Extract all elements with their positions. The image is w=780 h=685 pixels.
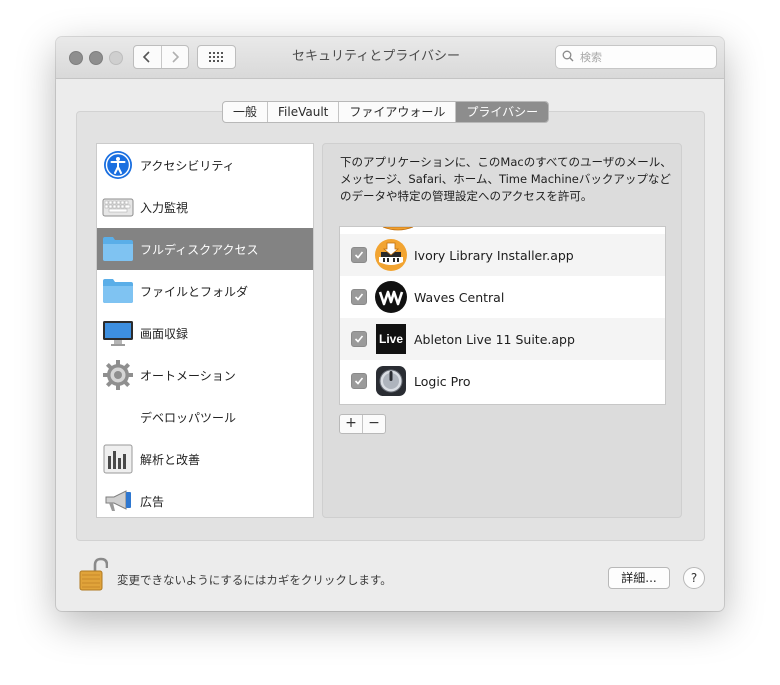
app-name: Ivory Library Installer.app [414,247,574,263]
check-icon [354,251,364,259]
app-checkbox[interactable] [351,247,367,263]
app-checkbox[interactable] [351,331,367,347]
tab-privacy[interactable]: プライバシー [456,102,549,122]
sidebar-item-label: 入力監視 [140,200,189,215]
ableton-live-logo: Live [376,324,406,354]
sidebar-item-label: ファイルとフォルダ [140,284,249,299]
detail-pane: 下のアプリケーションに、このMacのすべてのユーザのメール、メッセージ、Safa… [322,143,682,518]
app-checkbox[interactable] [351,373,367,389]
waves-icon [374,280,408,314]
tab-filevault[interactable]: FileVault [268,102,340,122]
minimize-button[interactable] [89,51,103,65]
folder-icon [101,274,135,308]
sidebar-item-developer-tools[interactable]: デベロッパツール [97,396,313,438]
app-name: Waves Central [414,289,505,305]
megaphone-icon [101,484,135,518]
preferences-window: セキュリティとプライバシー 一般 FileVault ファイアウォール プライバ… [56,37,724,611]
sidebar-item-full-disk-access[interactable]: フルディスクアクセス [97,228,313,270]
bar-chart-icon [101,442,135,476]
check-icon [354,377,364,385]
titlebar: セキュリティとプライバシー [56,37,724,79]
description-text: 下のアプリケーションに、このMacのすべてのユーザのメール、メッセージ、Safa… [340,155,672,203]
search-input[interactable] [578,48,714,66]
ivory-installer-icon [374,238,408,272]
tab-bar: 一般 FileVault ファイアウォール プライバシー [222,101,550,123]
folder-icon [101,232,135,266]
window-title: セキュリティとプライバシー [292,49,460,64]
grid-icon [208,52,223,62]
sidebar-item-input-monitoring[interactable]: 入力監視 [97,186,313,228]
nav-buttons [133,45,189,69]
list-item[interactable]: Logic Pro [340,360,665,402]
lock-status-text: 変更できないようにするにはカギをクリックします。 [117,573,392,587]
app-checkbox[interactable] [351,289,367,305]
list-item[interactable]: Live Ableton Live 11 Suite.app [340,318,665,360]
sidebar-item-label: 広告 [140,494,165,509]
sidebar-item-label: アクセシビリティ [140,158,235,173]
sidebar-item-accessibility[interactable]: アクセシビリティ [97,144,313,186]
accessibility-icon [101,148,135,182]
list-item[interactable]: Ivory Library Installer.app [340,234,665,276]
tab-firewall[interactable]: ファイアウォール [339,102,457,122]
check-icon [354,293,364,301]
zoom-button[interactable] [109,51,123,65]
remove-button[interactable]: − [362,415,385,433]
sidebar-item-files-and-folders[interactable]: ファイルとフォルダ [97,270,313,312]
check-icon [354,335,364,343]
sidebar-item-automation[interactable]: オートメーション [97,354,313,396]
advanced-button[interactable]: 詳細... [608,567,670,589]
sidebar-item-advertising[interactable]: 広告 [97,480,313,522]
logic-pro-icon [374,364,408,398]
app-name: Ableton Live 11 Suite.app [414,331,575,347]
ableton-live-icon: Live [374,322,408,356]
scrolled-app-icon-edge [382,227,414,231]
chevron-right-icon [172,51,179,63]
forward-button[interactable] [160,46,189,68]
lock-icon[interactable] [78,557,109,591]
privacy-category-list: アクセシビリティ 入力監視 フルディスクアクセス ファイルとフォルダ 画面収録 [96,143,314,518]
sidebar-item-analytics[interactable]: 解析と改善 [97,438,313,480]
sidebar-item-label: フルディスクアクセス [140,242,259,257]
show-all-button[interactable] [197,45,236,69]
add-remove-buttons: + − [339,414,386,434]
tab-general[interactable]: 一般 [223,102,269,122]
help-button[interactable]: ? [683,567,705,589]
sidebar-item-label: 解析と改善 [140,452,201,467]
close-button[interactable] [69,51,83,65]
sidebar-item-label: デベロッパツール [140,410,237,425]
display-icon [101,316,135,350]
back-button[interactable] [134,46,161,68]
app-name: Logic Pro [414,373,471,389]
search-icon [562,50,574,62]
gear-icon [101,358,135,392]
keyboard-icon [101,190,135,224]
sidebar-item-label: オートメーション [140,368,236,383]
search-field[interactable] [555,45,717,69]
add-button[interactable]: + [340,415,362,433]
sidebar-item-label: 画面収録 [140,326,189,341]
app-list: Ivory Library Installer.app Waves Centra… [339,226,666,405]
sidebar-item-screen-recording[interactable]: 画面収録 [97,312,313,354]
list-item[interactable]: Waves Central [340,276,665,318]
chevron-left-icon [143,51,150,63]
